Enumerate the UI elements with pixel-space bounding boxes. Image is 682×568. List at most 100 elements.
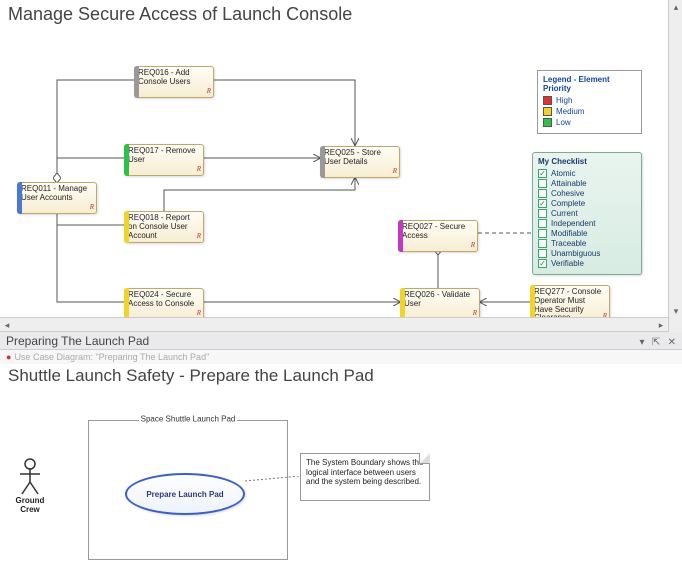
checklist-label: Independent [551,219,596,228]
requirement-glyph-icon: R [393,168,397,176]
checklist-title: My Checklist [538,157,636,166]
checkbox-icon[interactable] [538,209,547,218]
usecase-prepare-launch-pad[interactable]: Prepare Launch Pad [125,473,245,515]
checkbox-icon[interactable] [538,219,547,228]
requirement-glyph-icon: R [207,88,211,96]
upper-diagram-title: Manage Secure Access of Launch Console [0,0,682,29]
req-box-req027[interactable]: REQ027 - Secure Access R [398,220,478,252]
pin-marker-icon: ● [6,352,11,362]
pin-icon[interactable]: ⇱ [652,337,660,348]
lower-diagram-panel: Preparing The Launch Pad ▾ ⇱ ✕ ● Use Cas… [0,332,682,545]
priority-accent [17,182,22,214]
checklist-label: Attainable [551,179,587,188]
lower-panel-tab-bar[interactable]: Preparing The Launch Pad ▾ ⇱ ✕ [0,332,682,350]
lower-diagram-canvas[interactable]: Ground Crew Space Shuttle Launch Pad Pre… [0,388,682,568]
req-label: REQ024 - Secure Access to Console [128,290,194,308]
horizontal-scrollbar[interactable]: ◂ ▸ [0,317,668,331]
req-box-req026[interactable]: REQ026 - Validate User R [400,288,480,320]
priority-accent [124,211,129,243]
checklist-label: Verifiable [551,259,584,268]
scroll-up-icon[interactable]: ▴ [669,0,682,14]
dropdown-icon[interactable]: ▾ [640,337,645,348]
checkbox-icon[interactable] [538,189,547,198]
requirement-glyph-icon: R [471,242,475,250]
requirement-glyph-icon: R [90,204,94,212]
legend-swatch [543,96,552,105]
lower-panel-tab-title: Preparing The Launch Pad [6,334,149,348]
priority-accent [134,66,139,98]
req-box-req025[interactable]: REQ025 - Store User Details R [320,146,400,178]
legend-row: Low [543,118,636,127]
actor-icon [18,458,42,496]
req-label: REQ016 - Add Console Users [138,68,190,86]
upper-diagram-panel: Manage Secure Access of Launch Console [0,0,682,332]
scroll-right-icon[interactable]: ▸ [654,318,668,332]
actor-label: Ground Crew [10,496,50,514]
actor-ground-crew[interactable]: Ground Crew [10,458,50,514]
legend-label: Low [556,118,571,127]
breadcrumb-text: Use Case Diagram: "Preparing The Launch … [14,352,209,362]
req-box-req024[interactable]: REQ024 - Secure Access to Console R [124,288,204,320]
checklist-item[interactable]: Cohesive [538,189,636,198]
checkbox-icon[interactable]: ✓ [538,169,547,178]
boundary-title: Space Shuttle Launch Pad [139,415,238,424]
req-box-req017[interactable]: REQ017 - Remove User R [124,144,204,176]
legend-label: Medium [556,107,584,116]
checkbox-icon[interactable] [538,239,547,248]
legend-row: High [543,96,636,105]
checklist-item[interactable]: ✓ Complete [538,199,636,208]
requirement-glyph-icon: R [197,166,201,174]
checklist-label: Cohesive [551,189,584,198]
checklist-label: Complete [551,199,585,208]
req-box-req016[interactable]: REQ016 - Add Console Users R [134,66,214,98]
scroll-left-icon[interactable]: ◂ [0,318,14,332]
legend-swatch [543,118,552,127]
req-label: REQ027 - Secure Access [402,222,465,240]
usecase-label: Prepare Launch Pad [146,490,223,499]
close-icon[interactable]: ✕ [668,337,676,348]
priority-accent [398,220,403,252]
upper-diagram-canvas[interactable]: REQ011 - Manage User Accounts R REQ016 -… [0,30,668,317]
legend-panel: Legend - Element Priority High Medium Low [537,70,642,134]
req-label: REQ018 - Report on Console User Account [128,213,190,240]
checklist-panel[interactable]: My Checklist ✓ AtomicAttainableCohesive ✓ C… [532,152,642,275]
req-label: REQ011 - Manage User Accounts [21,184,87,202]
lower-diagram-title: Shuttle Launch Safety - Prepare the Laun… [0,364,682,388]
checklist-label: Atomic [551,169,575,178]
checklist-label: Current [551,209,578,218]
req-label: REQ017 - Remove User [128,146,196,164]
checklist-label: Unambiguous [551,249,600,258]
legend-swatch [543,107,552,116]
checklist-item[interactable]: Traceable [538,239,636,248]
checklist-item[interactable]: Independent [538,219,636,228]
checkbox-icon[interactable] [538,249,547,258]
checklist-item[interactable]: Attainable [538,179,636,188]
checkbox-icon[interactable]: ✓ [538,199,547,208]
checklist-item[interactable]: Unambiguous [538,249,636,258]
req-label: REQ025 - Store User Details [324,148,381,166]
checkbox-icon[interactable] [538,179,547,188]
vertical-scrollbar[interactable]: ▴ ▾ [668,0,682,332]
note-system-boundary[interactable]: The System Boundary shows the logical in… [300,453,430,501]
req-box-req018[interactable]: REQ018 - Report on Console User Account … [124,211,204,243]
req-label: REQ026 - Validate User [404,290,470,308]
checklist-label: Traceable [551,239,586,248]
checkbox-icon[interactable]: ✓ [538,259,547,268]
requirement-glyph-icon: R [197,233,201,241]
legend-row: Medium [543,107,636,116]
breadcrumb: ● Use Case Diagram: "Preparing The Launc… [0,350,682,364]
priority-accent [400,288,405,320]
legend-title: Legend - Element Priority [543,75,636,93]
checklist-item[interactable]: ✓ Verifiable [538,259,636,268]
scroll-down-icon[interactable]: ▾ [669,304,682,318]
checklist-item[interactable]: Current [538,209,636,218]
checkbox-icon[interactable] [538,229,547,238]
legend-label: High [556,96,572,105]
priority-accent [124,288,129,320]
checklist-label: Modifiable [551,229,587,238]
priority-accent [320,146,325,178]
priority-accent [124,144,129,176]
checklist-item[interactable]: ✓ Atomic [538,169,636,178]
checklist-item[interactable]: Modifiable [538,229,636,238]
req-box-req011[interactable]: REQ011 - Manage User Accounts R [17,182,97,214]
